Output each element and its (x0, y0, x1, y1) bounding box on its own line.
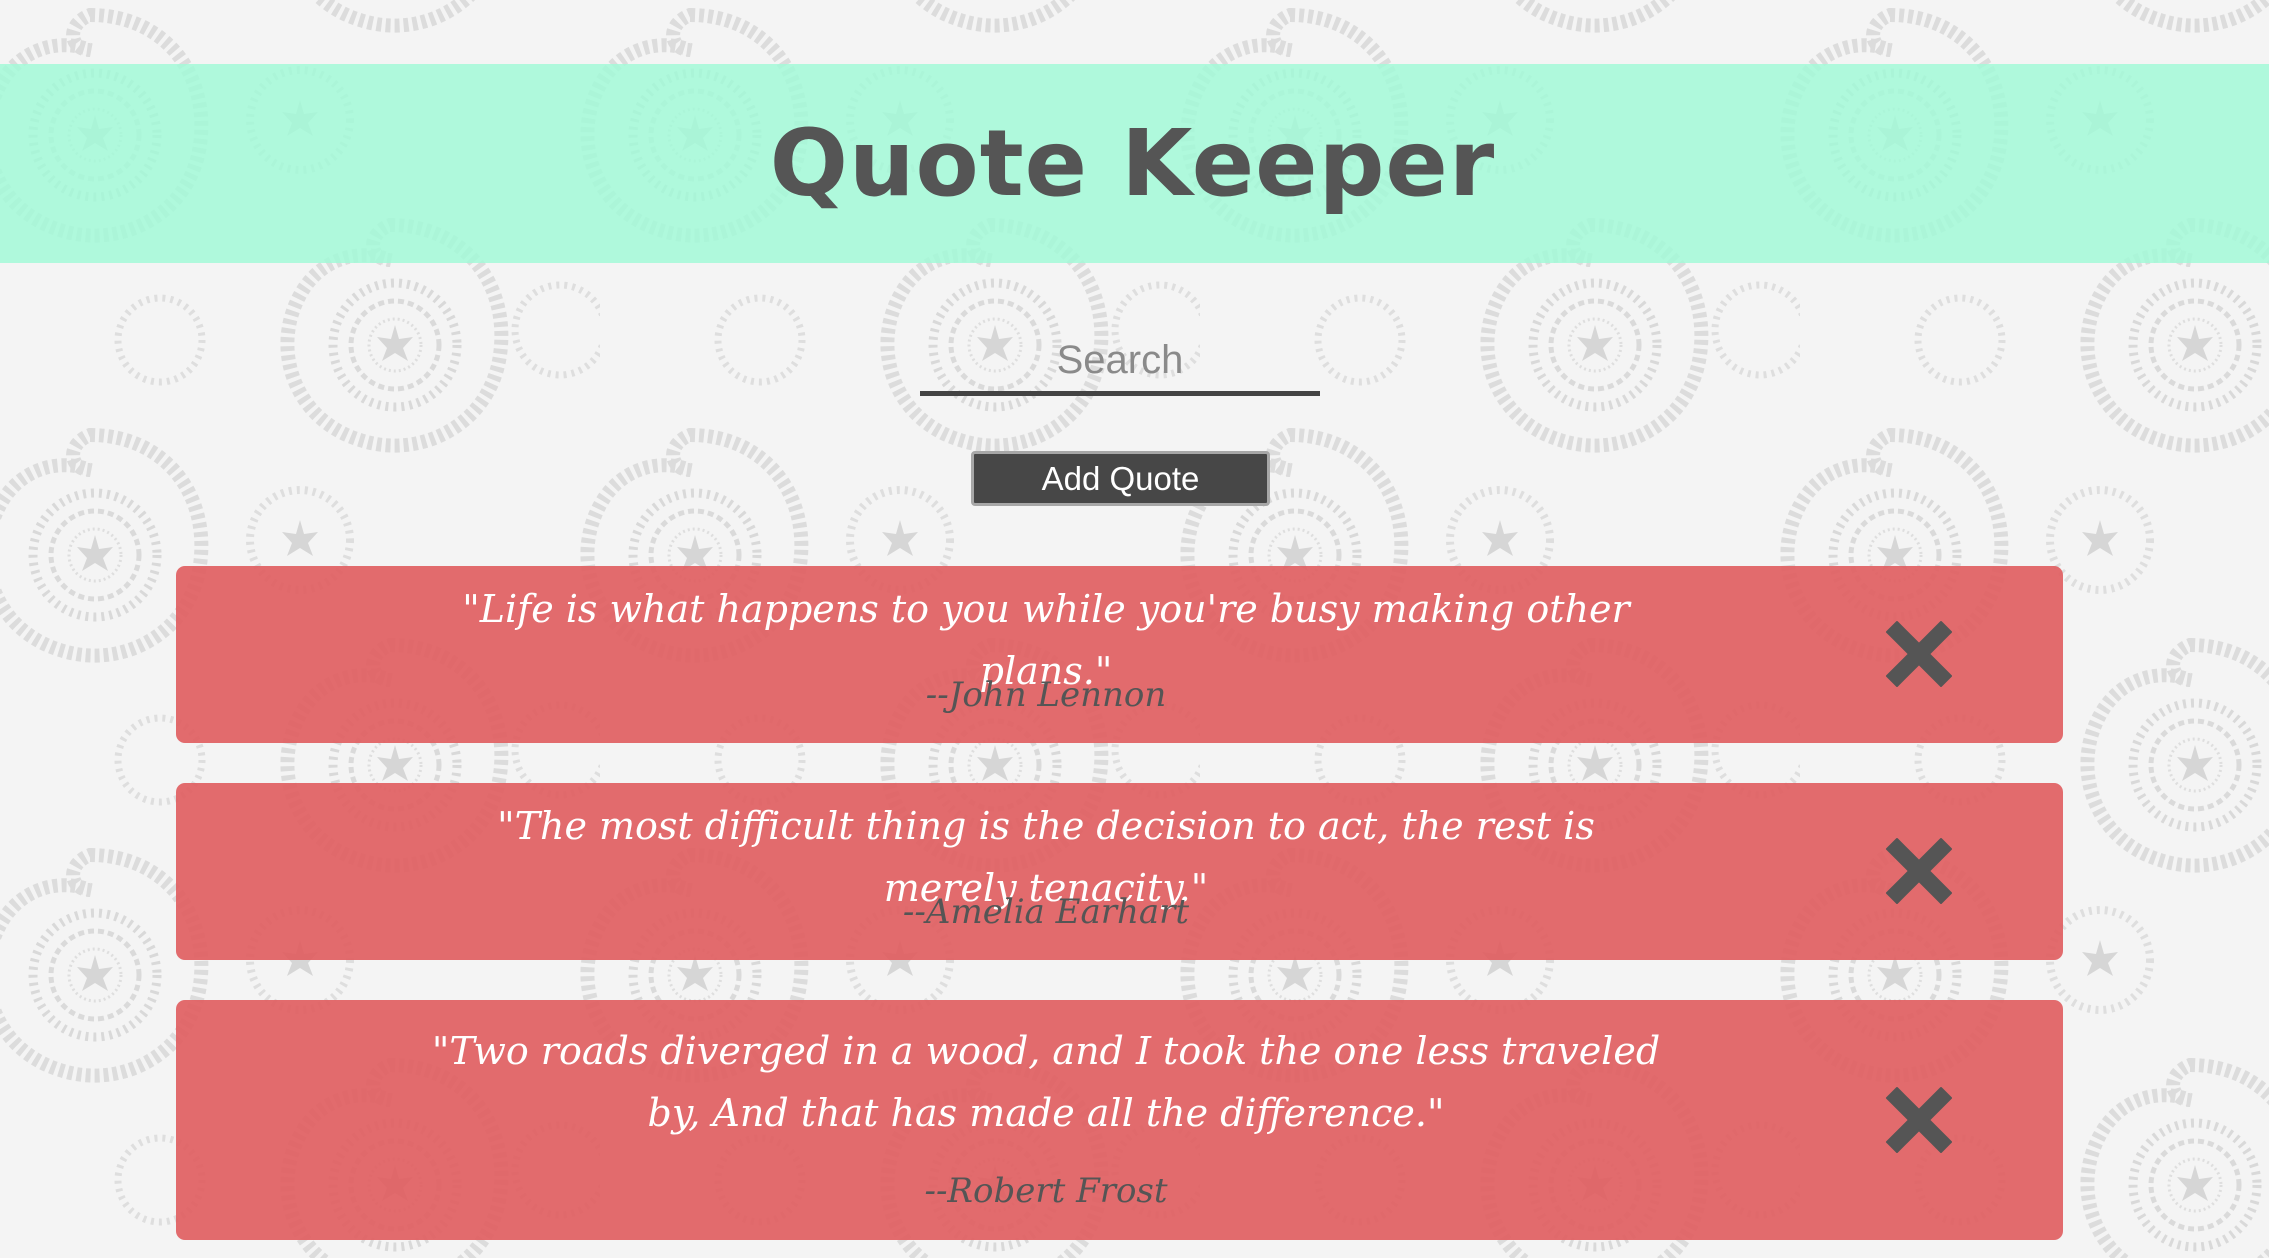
close-icon (1886, 838, 1952, 904)
add-quote-button[interactable]: Add Quote (971, 451, 1270, 506)
quote-card: "Two roads diverged in a wood, and I too… (176, 1000, 2063, 1240)
delete-quote-button[interactable] (1883, 618, 1955, 690)
quote-text: "Two roads diverged in a wood, and I too… (431, 1029, 1661, 1135)
close-icon (1886, 621, 1952, 687)
delete-quote-button[interactable] (1883, 1084, 1955, 1156)
quote-author: --John Lennon (925, 675, 1167, 715)
quote-author: --Amelia Earhart (902, 892, 1190, 932)
app-header: Quote Keeper (0, 64, 2269, 263)
close-icon (1886, 1087, 1952, 1153)
quote-card: "The most difficult thing is the decisio… (176, 783, 2063, 960)
page-title: Quote Keeper (769, 110, 1496, 217)
quote-author: --Robert Frost (924, 1171, 1168, 1211)
search-input[interactable] (920, 330, 1320, 396)
search-container (920, 330, 1320, 400)
quote-card: "Life is what happens to you while you'r… (176, 566, 2063, 743)
delete-quote-button[interactable] (1883, 835, 1955, 907)
